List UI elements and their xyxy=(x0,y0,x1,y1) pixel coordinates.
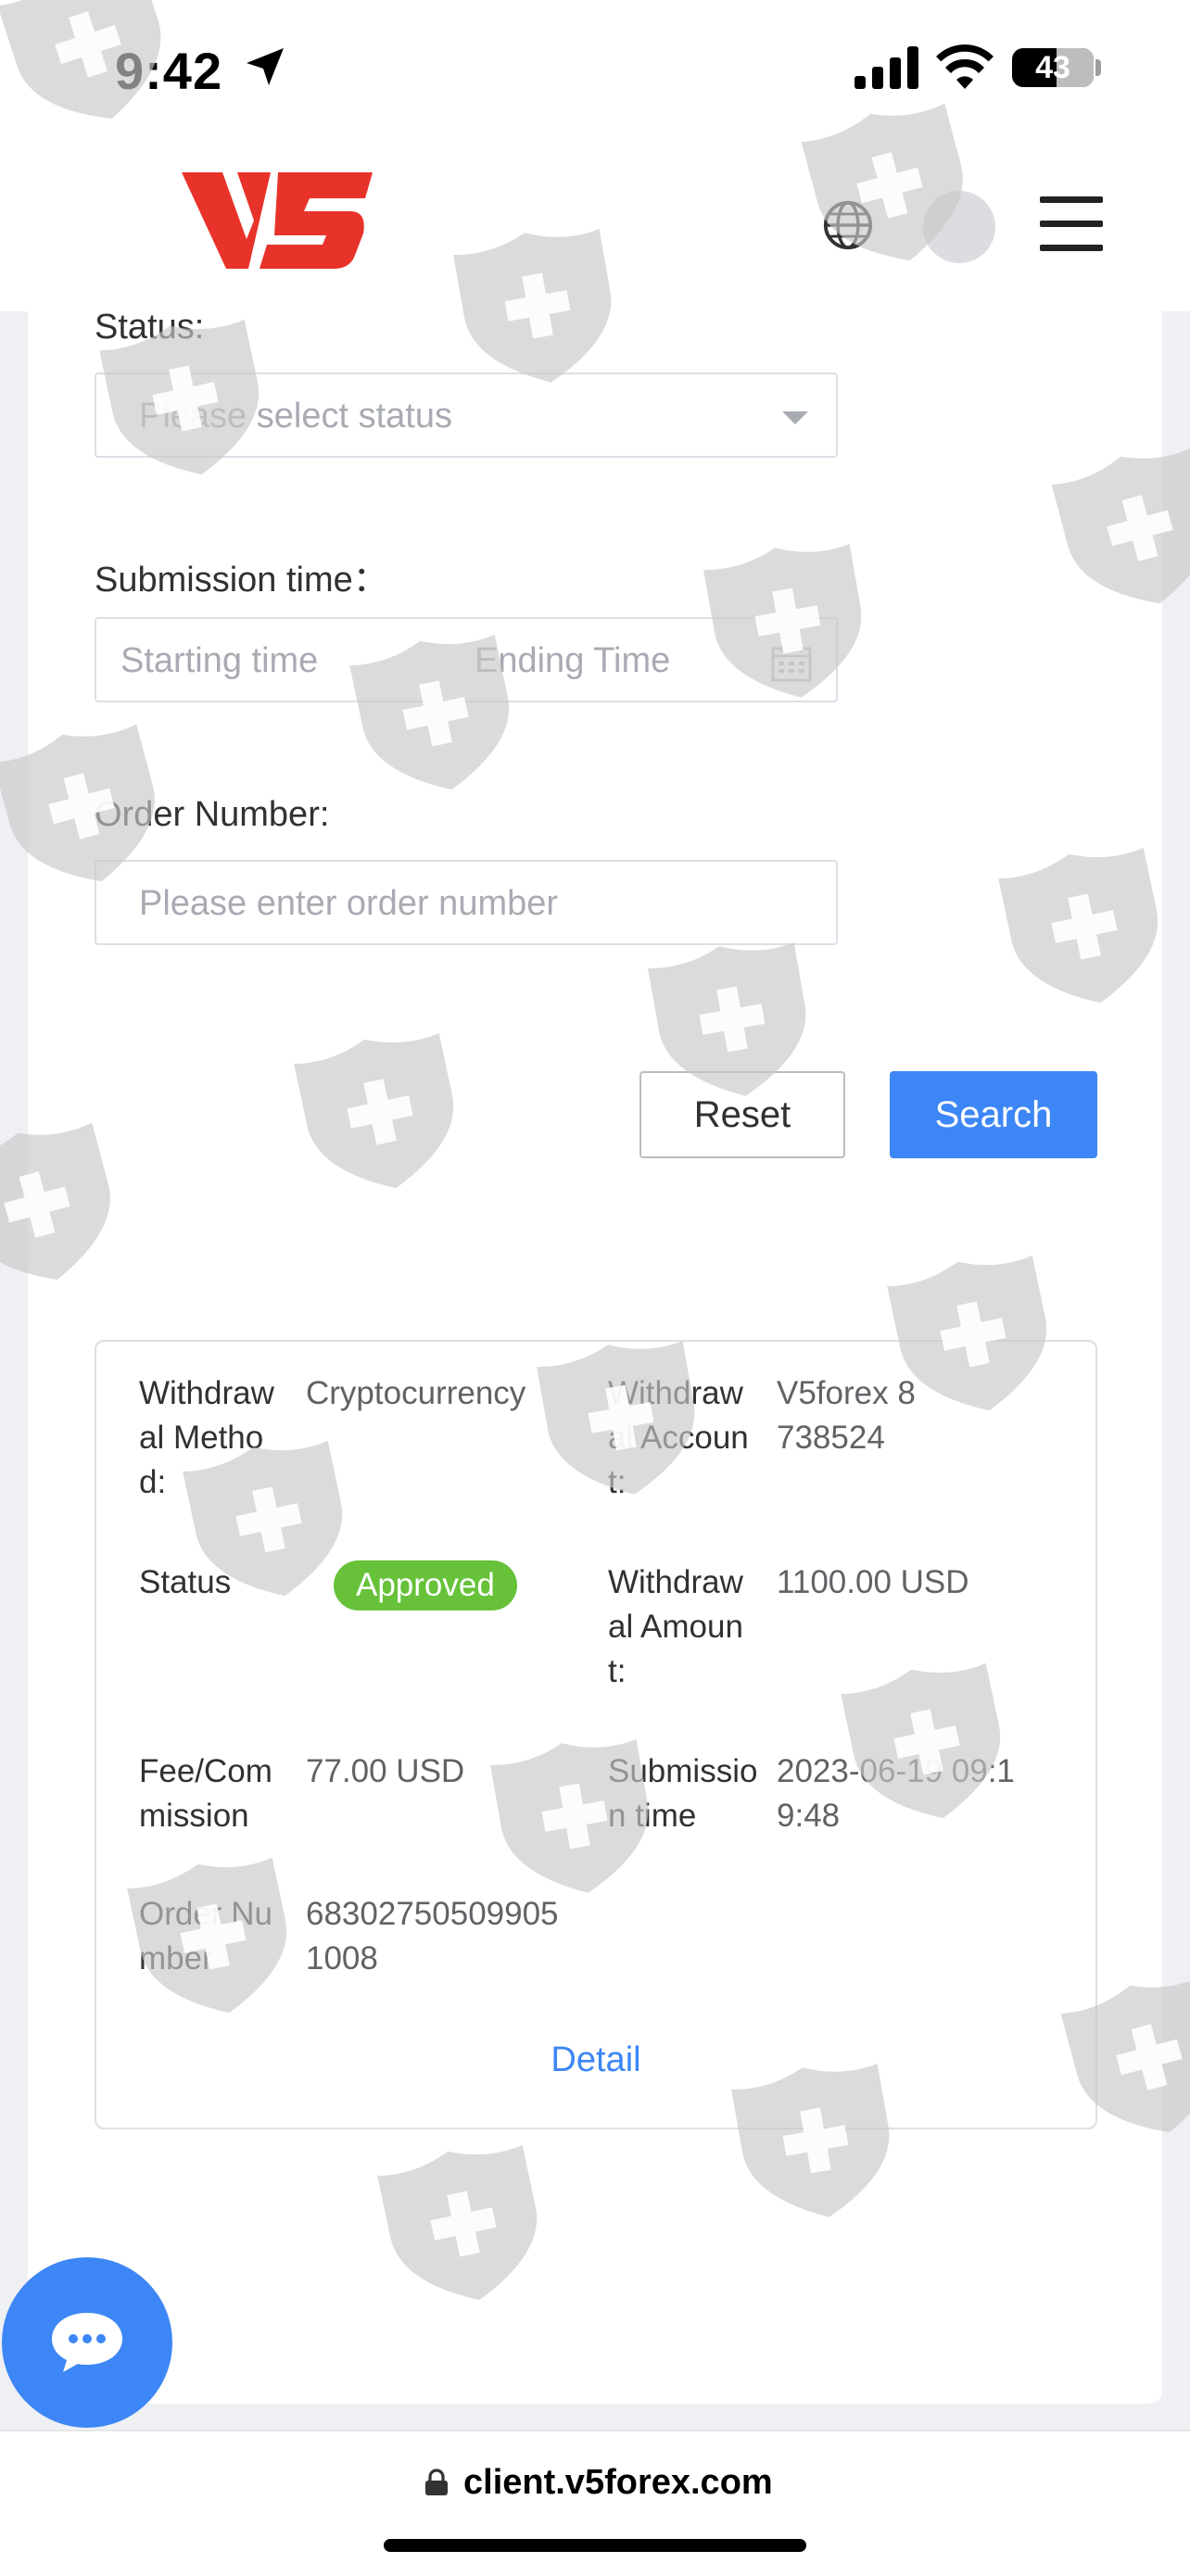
battery-level: 43 xyxy=(1035,50,1070,85)
date-range-picker[interactable]: Starting time Ending Time xyxy=(95,617,838,702)
fee-key: Fee/Commission xyxy=(139,1753,272,1834)
order-number-input[interactable]: Please enter order number xyxy=(95,860,838,945)
battery-icon: 43 xyxy=(1012,48,1094,87)
order-number-placeholder: Please enter order number xyxy=(139,884,559,923)
home-indicator[interactable] xyxy=(384,2539,806,2552)
avatar[interactable] xyxy=(923,191,995,263)
fee-value: 77.00 USD xyxy=(306,1753,465,1789)
caret-down-icon xyxy=(782,411,808,424)
submission-time-label: Submission time： xyxy=(95,561,388,600)
chat-bubble-icon xyxy=(52,2313,122,2372)
method-value: Cryptocurrency xyxy=(306,1375,526,1411)
chat-button[interactable] xyxy=(2,2257,172,2428)
site-header xyxy=(0,139,1190,311)
method-key: Withdrawal Method: xyxy=(139,1375,274,1500)
end-time-input[interactable]: Ending Time xyxy=(475,641,670,681)
lock-icon xyxy=(425,2469,448,2495)
withdrawal-record-card: Withdrawal Method: Cryptocurrency Withdr… xyxy=(95,1340,1097,2129)
clock: 9:42 xyxy=(115,42,223,100)
status-badge: Approved xyxy=(334,1560,517,1610)
order-number-label: Order Number: xyxy=(95,795,330,834)
browser-url-bar[interactable]: client.v5forex.com xyxy=(0,2430,1190,2576)
hamburger-menu-icon[interactable] xyxy=(1040,196,1103,252)
detail-link[interactable]: Detail xyxy=(96,2040,1095,2080)
order-number-key: Order Number xyxy=(139,1896,272,1976)
search-button[interactable]: Search xyxy=(890,1071,1097,1158)
location-arrow-icon xyxy=(247,48,284,85)
status-label: Status: xyxy=(95,308,205,347)
order-number-value: 683027505099051008 xyxy=(306,1896,559,1976)
amount-key: Withdrawal Amount: xyxy=(608,1564,743,1689)
submission-time-value: 2023-06-19 09:19:48 xyxy=(777,1753,1015,1834)
status-bar: 9:42 43 xyxy=(0,0,1190,139)
battery-tip xyxy=(1095,59,1101,76)
submission-time-key: Submission time xyxy=(608,1753,758,1834)
status-placeholder: Please select status xyxy=(139,397,452,436)
cellular-signal-icon xyxy=(855,46,918,89)
status-select[interactable]: Please select status xyxy=(95,373,838,458)
wifi-icon xyxy=(936,44,994,89)
globe-icon[interactable] xyxy=(821,198,875,252)
account-key: Withdrawal Account: xyxy=(608,1375,749,1500)
url-domain: client.v5forex.com xyxy=(463,2463,773,2502)
status-key: Status xyxy=(139,1564,232,1600)
calendar-icon xyxy=(771,645,812,682)
v5-logo[interactable] xyxy=(182,169,373,272)
start-time-input[interactable]: Starting time xyxy=(120,641,318,681)
amount-value: 1100.00 USD xyxy=(777,1564,969,1600)
account-value: V5forex 8738524 xyxy=(777,1375,916,1456)
content-card: Status: Please select status Submission … xyxy=(28,308,1162,2404)
reset-button[interactable]: Reset xyxy=(639,1071,845,1158)
